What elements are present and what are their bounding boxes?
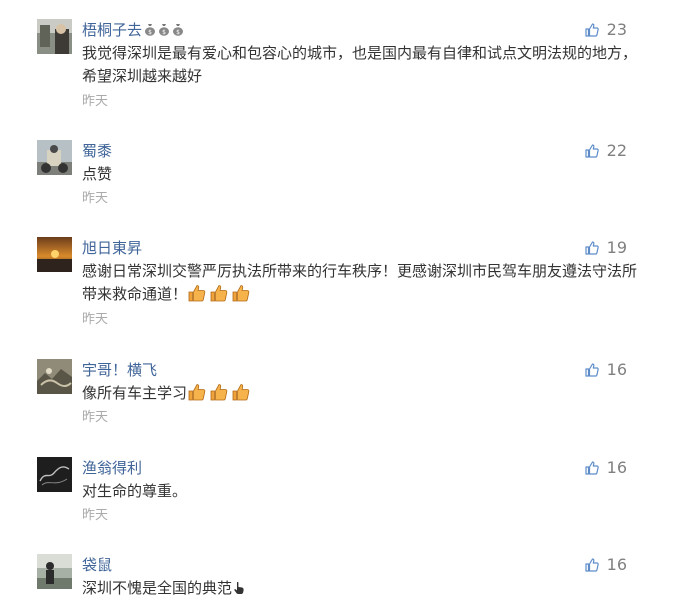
like-count: 16 (606, 555, 627, 574)
comment-text-body: 深圳不愧是全国的典范 (82, 579, 233, 597)
like-count: 16 (606, 458, 627, 477)
comment-item: 袋鼠 16 深圳不愧是全国的典范 (0, 554, 675, 606)
like-button[interactable]: 19 (585, 237, 627, 259)
like-count: 19 (606, 238, 627, 257)
author-name[interactable]: 旭日東昇 (82, 239, 142, 257)
comment-text: 我觉得深圳是最有爱心和包容心的城市，也是国内最有自律和试点文明法规的地方，希望深… (82, 44, 638, 85)
author-name[interactable]: 渔翁得利 (82, 459, 142, 477)
thumbs-up-emoji (232, 285, 250, 302)
like-count: 22 (606, 141, 627, 160)
avatar[interactable] (37, 19, 72, 54)
author-name[interactable]: 蜀黍 (82, 142, 112, 160)
thumbs-up-emoji (210, 285, 228, 302)
comment-text-body: 像所有车主学习 (82, 384, 188, 402)
money-bag-icon: $ (145, 24, 156, 36)
thumbs-up-icon (585, 363, 599, 377)
svg-text:$: $ (176, 29, 180, 36)
comment-time: 昨天 (82, 508, 109, 523)
comment-author[interactable]: 渔翁得利 (82, 458, 142, 478)
comment-author[interactable]: 袋鼠 (82, 555, 112, 575)
money-bag-icon: $ (173, 24, 184, 36)
like-button[interactable]: 23 (585, 19, 627, 41)
like-button[interactable]: 16 (585, 554, 627, 576)
comment-author[interactable]: 蜀黍 (82, 141, 112, 161)
author-name[interactable]: 宇哥！横飞 (82, 361, 157, 379)
thumbs-up-icon (585, 558, 599, 572)
comment-text: 感谢日常深圳交警严厉执法所带来的行车秩序！更感谢深圳市民驾车朋友遵法守法所带来救… (82, 260, 642, 306)
svg-text:$: $ (162, 29, 166, 36)
author-name[interactable]: 梧桐子去 (82, 21, 142, 39)
comment-text-body: 感谢日常深圳交警严厉执法所带来的行车秩序！更感谢深圳市民驾车朋友遵法守法所带来救… (82, 262, 638, 303)
comment-author[interactable]: 宇哥！横飞 (82, 360, 157, 380)
like-count: 23 (606, 20, 627, 39)
comment-author[interactable]: 旭日東昇 (82, 238, 142, 258)
money-bag-icon: $ (159, 24, 170, 36)
comment-item: 宇哥！横飞 16 像所有车主学习 昨天 (0, 359, 675, 439)
author-name[interactable]: 袋鼠 (82, 556, 112, 574)
comment-text: 点赞 (82, 165, 113, 183)
avatar[interactable] (37, 237, 72, 272)
thumbs-up-emoji (188, 285, 206, 302)
thumbs-up-icon (585, 23, 599, 37)
comment-item: 蜀黍 22 点赞 昨天 (0, 140, 675, 220)
comment-time: 昨天 (82, 312, 109, 327)
hand-pointing-emoji (234, 581, 244, 594)
avatar[interactable] (37, 359, 72, 394)
comment-item: 旭日東昇 19 感谢日常深圳交警严厉执法所带来的行车秩序！更感谢深圳市民驾车朋友… (0, 237, 675, 337)
like-button[interactable]: 16 (585, 457, 627, 479)
avatar[interactable] (37, 554, 72, 589)
comment-text: 对生命的尊重。 (82, 482, 188, 500)
comment-time: 昨天 (82, 94, 109, 109)
comment-author[interactable]: 梧桐子去 $ $ $ (82, 20, 184, 40)
like-count: 16 (606, 360, 627, 379)
thumbs-up-emoji (210, 384, 228, 401)
like-button[interactable]: 22 (585, 140, 627, 162)
thumbs-up-icon (585, 241, 599, 255)
thumbs-up-emoji (188, 384, 206, 401)
comment-time: 昨天 (82, 410, 109, 425)
svg-text:$: $ (148, 29, 152, 36)
avatar[interactable] (37, 140, 72, 175)
comment-text: 深圳不愧是全国的典范 (82, 577, 642, 600)
like-button[interactable]: 16 (585, 359, 627, 381)
avatar[interactable] (37, 457, 72, 492)
comment-item: 梧桐子去 $ $ $ 23 我觉得深圳是最有爱心和包容心的城市，也是国内最有自律和试点… (0, 19, 675, 129)
thumbs-up-icon (585, 144, 599, 158)
comment-text: 像所有车主学习 (82, 382, 642, 405)
comment-time: 昨天 (82, 191, 109, 206)
thumbs-up-icon (585, 461, 599, 475)
comment-item: 渔翁得利 16 对生命的尊重。 昨天 (0, 457, 675, 537)
thumbs-up-emoji (232, 384, 250, 401)
